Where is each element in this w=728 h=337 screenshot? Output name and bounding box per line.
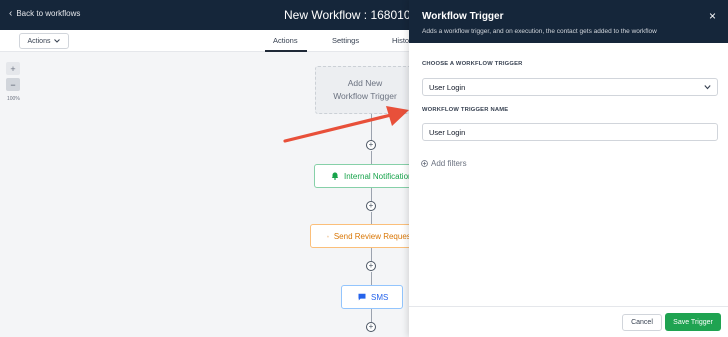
chevron-left-icon: ‹ [9, 7, 13, 19]
node-label: Internal Notification [344, 171, 413, 181]
star-icon [327, 234, 329, 237]
bell-icon [331, 172, 339, 180]
tab-settings[interactable]: Settings [332, 36, 359, 45]
add-trigger-line1: Add New [347, 78, 383, 88]
zoom-in-button[interactable]: + [6, 62, 20, 75]
back-label: Back to workflows [16, 9, 81, 18]
zoom-out-button[interactable]: − [6, 78, 20, 91]
panel-description: Adds a workflow trigger, and on executio… [422, 28, 657, 35]
sms-node[interactable]: SMS [341, 285, 403, 309]
close-icon[interactable]: × [709, 9, 716, 23]
internal-notification-node[interactable]: Internal Notification [314, 164, 414, 188]
trigger-select-label: CHOOSE A WORKFLOW TRIGGER [422, 61, 523, 67]
send-review-request-node[interactable]: Send Review Request [310, 224, 414, 248]
annotation-arrow [283, 106, 409, 143]
back-to-workflows-link[interactable]: ‹ Back to workflows [9, 7, 81, 19]
add-step-plus-icon[interactable]: + [366, 261, 376, 271]
active-tab-indicator [265, 50, 307, 52]
connector-line [371, 212, 372, 224]
trigger-select-value: User Login [429, 82, 466, 92]
add-step-plus-icon[interactable]: + [366, 322, 376, 332]
add-filters-label: Add filters [431, 159, 467, 168]
chevron-down-icon [704, 85, 711, 90]
tab-actions[interactable]: Actions [273, 36, 298, 45]
trigger-name-value: User Login [429, 127, 466, 137]
message-icon [358, 293, 366, 301]
panel-header: Workflow Trigger Adds a workflow trigger… [409, 0, 728, 43]
connector-line [371, 309, 372, 322]
connector-line [371, 272, 372, 285]
node-label: SMS [371, 292, 389, 302]
panel-title: Workflow Trigger [422, 11, 504, 22]
cancel-button[interactable]: Cancel [622, 314, 662, 331]
plus-circle-icon [421, 160, 428, 167]
actions-dropdown[interactable]: Actions [19, 33, 69, 49]
actions-dropdown-label: Actions [27, 37, 51, 45]
zoom-level: 100% [7, 96, 20, 102]
chevron-down-icon [54, 39, 61, 43]
workflow-trigger-select[interactable]: User Login [422, 78, 718, 96]
add-filters-button[interactable]: Add filters [421, 159, 467, 168]
trigger-name-input[interactable]: User Login [422, 123, 718, 141]
workflow-trigger-panel: Workflow Trigger Adds a workflow trigger… [409, 0, 728, 337]
connector-line [371, 151, 372, 164]
connector-line [371, 248, 372, 261]
add-step-plus-icon[interactable]: + [366, 201, 376, 211]
connector-line [371, 188, 372, 201]
save-trigger-button[interactable]: Save Trigger [665, 313, 721, 331]
trigger-name-label: WORKFLOW TRIGGER NAME [422, 107, 509, 113]
panel-footer-divider [409, 306, 728, 307]
node-label: Send Review Request [333, 231, 413, 241]
